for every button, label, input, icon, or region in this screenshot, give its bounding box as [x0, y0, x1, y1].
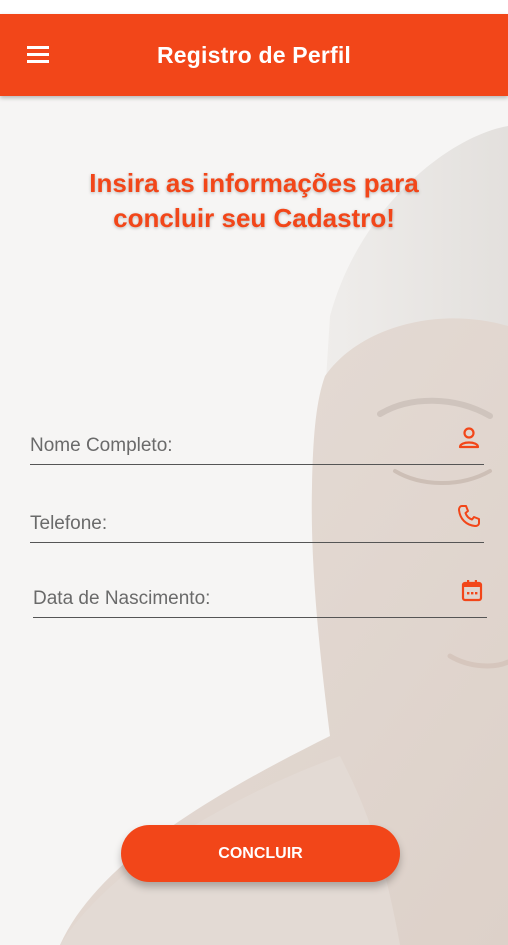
headline-line-1: Insira as informações para [89, 168, 419, 198]
full-name-input[interactable] [30, 428, 484, 465]
full-name-field [30, 425, 484, 465]
person-icon [456, 425, 482, 451]
phone-field [30, 503, 484, 543]
headline-line-2: concluir seu Cadastro! [113, 203, 395, 233]
phone-icon [456, 503, 482, 529]
calendar-icon [459, 578, 485, 604]
submit-button[interactable]: CONCLUIR [121, 825, 400, 882]
app-bar: Registro de Perfil [0, 14, 508, 96]
birth-date-input[interactable] [33, 581, 487, 618]
birth-date-field [33, 578, 487, 618]
headline: Insira as informações para concluir seu … [0, 166, 508, 236]
app-title: Registro de Perfil [156, 42, 352, 68]
profile-registration-screen: Registro de Perfil Insira as informações… [0, 0, 508, 945]
status-bar [0, 0, 508, 14]
phone-input[interactable] [30, 506, 484, 543]
